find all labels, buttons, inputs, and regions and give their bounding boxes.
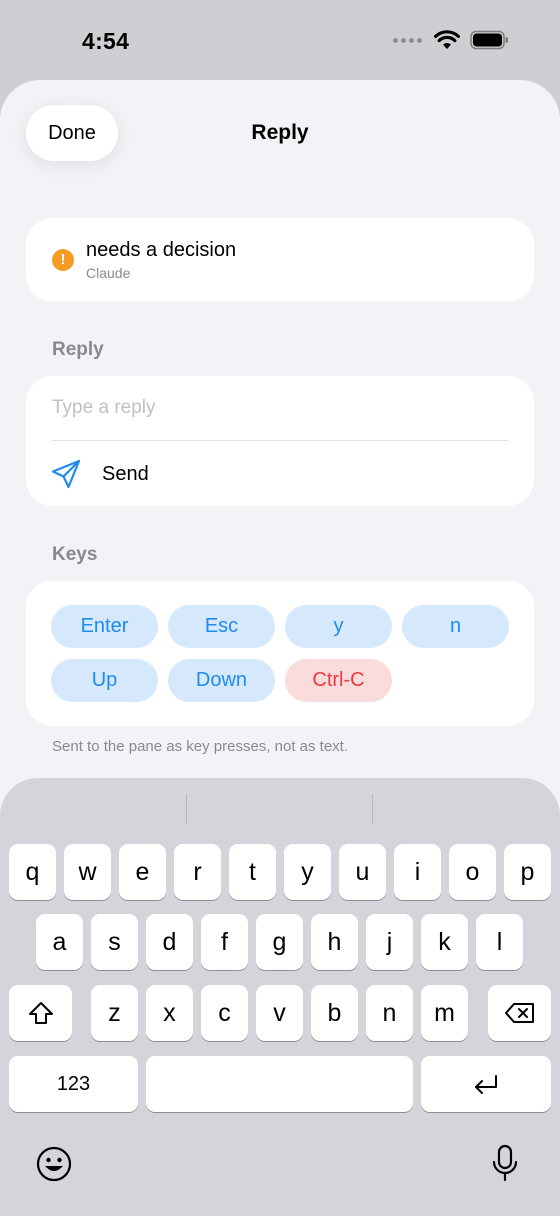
keys-section-label: Keys [52,544,98,565]
key-w[interactable]: w [64,844,111,900]
key-x[interactable]: x [146,985,193,1041]
key-d[interactable]: d [146,914,193,970]
emoji-icon[interactable] [36,1146,72,1182]
status-time: 4:54 [82,28,130,54]
key-v[interactable]: v [256,985,303,1041]
key-r[interactable]: r [174,844,221,900]
send-label: Send [102,462,149,485]
key-f[interactable]: f [201,914,248,970]
notice-card: ! needs a decision Claude [26,218,534,301]
exclamation-icon: ! [52,249,74,271]
key-enter-button[interactable]: Enter [51,605,158,648]
delete-icon [504,1003,534,1023]
key-b[interactable]: b [311,985,358,1041]
keyboard: q w e r t y u i o p a s d f g h j k l z … [0,778,560,1216]
key-up-button[interactable]: Up [51,659,158,702]
wifi-icon [434,30,460,49]
key-m[interactable]: m [421,985,468,1041]
numbers-key[interactable]: 123 [9,1056,138,1112]
key-i[interactable]: i [394,844,441,900]
key-q[interactable]: q [9,844,56,900]
key-n[interactable]: n [366,985,413,1041]
shift-key[interactable] [9,985,72,1041]
key-y[interactable]: y [284,844,331,900]
reply-card: Send [26,376,534,506]
suggestion-divider [186,794,187,824]
status-icons [393,30,510,50]
key-ctrl-c-button[interactable]: Ctrl-C [285,659,392,702]
key-l[interactable]: l [476,914,523,970]
return-icon [475,1075,497,1094]
key-g[interactable]: g [256,914,303,970]
return-key[interactable] [421,1056,551,1112]
key-c[interactable]: c [201,985,248,1041]
key-down-button[interactable]: Down [168,659,275,702]
key-p[interactable]: p [504,844,551,900]
reply-input[interactable] [52,386,508,430]
key-z[interactable]: z [91,985,138,1041]
key-k[interactable]: k [421,914,468,970]
key-o[interactable]: o [449,844,496,900]
shift-icon [28,1002,53,1024]
notice-source: Claude [86,265,131,281]
key-j[interactable]: j [366,914,413,970]
key-a[interactable]: a [36,914,83,970]
battery-icon [470,30,508,50]
key-s[interactable]: s [91,914,138,970]
key-e[interactable]: e [119,844,166,900]
notice-title: needs a decision [86,239,237,261]
key-t[interactable]: t [229,844,276,900]
reply-section-label: Reply [52,339,104,360]
paper-plane-icon [51,459,81,489]
keys-footnote: Sent to the pane as key presses, not as … [52,738,349,755]
keys-card: Enter Esc y n Up Down Ctrl-C [26,581,534,726]
reply-divider [52,440,508,441]
key-esc-button[interactable]: Esc [168,605,275,648]
key-h[interactable]: h [311,914,358,970]
microphone-icon[interactable] [490,1144,520,1184]
sheet-title: Reply [251,121,309,144]
send-button[interactable]: Send [50,454,149,494]
status-bar: 4:54 [0,0,560,80]
key-y-button[interactable]: y [285,605,392,648]
key-n-button[interactable]: n [402,605,509,648]
delete-key[interactable] [488,985,551,1041]
suggestion-divider [372,794,373,824]
key-u[interactable]: u [339,844,386,900]
cellular-signal-icon [393,37,422,43]
space-key[interactable] [146,1056,413,1112]
